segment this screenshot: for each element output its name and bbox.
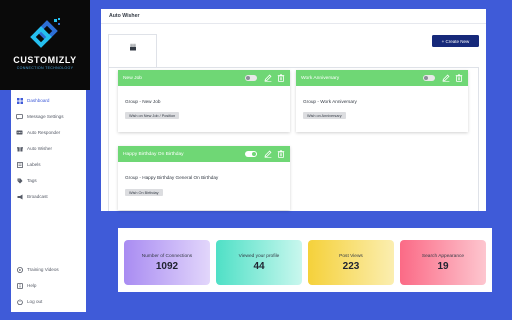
stat-label: Number of Connections [141, 253, 193, 259]
stat-label: Post Views [339, 253, 363, 259]
sidebar-item-training-videos[interactable]: Training Videos [16, 265, 59, 274]
cake-icon [129, 43, 136, 51]
card-group: Group - New Job [125, 99, 161, 104]
sidebar-item-auto-responder[interactable]: Auto Responder [16, 128, 60, 137]
stat-search-appearance: Search Appearance 19 [400, 240, 486, 285]
edit-icon[interactable] [264, 150, 272, 158]
edit-icon[interactable] [264, 74, 272, 82]
wish-card-work-anniversary: Work Anniversary Group - Work Anniversar… [296, 70, 468, 132]
video-icon [16, 266, 23, 273]
sidebar-item-auto-wisher[interactable]: Auto Wisher [16, 144, 52, 153]
stat-label: Viewed your profile [238, 253, 280, 259]
logout-icon [16, 298, 23, 305]
stat-value: 19 [437, 260, 449, 272]
sidebar-item-labels[interactable]: Labels [16, 160, 41, 169]
enable-toggle[interactable] [245, 75, 257, 81]
sidebar-item-label: Help [27, 283, 37, 288]
sidebar-item-broadcast[interactable]: Broadcast [16, 192, 48, 201]
create-new-button[interactable]: + Create New [432, 35, 479, 47]
logo-icon [30, 17, 60, 48]
brand-name: CUSTOMIZLY [13, 54, 77, 65]
auto-wisher-panel: Auto Wisher + Create New New Job Group -… [101, 9, 486, 211]
card-message-badge: Wish on Anniversary [303, 112, 346, 119]
wish-card-happy-birthday: Happy Birthday On Birthday Group - Happy… [118, 146, 290, 210]
enable-toggle[interactable] [245, 151, 257, 157]
sidebar-item-help[interactable]: Help [16, 281, 36, 290]
edit-icon[interactable] [442, 74, 450, 82]
stat-value: 44 [253, 260, 265, 272]
card-header: New Job [118, 70, 290, 86]
sidebar-item-label: Log out [27, 299, 43, 304]
card-header: Work Anniversary [296, 70, 468, 86]
tab-birthday[interactable] [108, 34, 157, 68]
card-header: Happy Birthday On Birthday [118, 146, 290, 162]
card-title: New Job [123, 75, 143, 81]
logo-panel: CUSTOMIZLY CONNECTION TECHNOLOGY [0, 0, 90, 90]
card-message-badge: Wish on New Job / Position [125, 112, 180, 119]
enable-toggle[interactable] [423, 75, 435, 81]
sidebar-item-dashboard[interactable]: Dashboard [16, 96, 49, 105]
stat-label: Search Appearance [421, 253, 465, 259]
delete-icon[interactable] [277, 150, 285, 158]
sidebar-item-label: Dashboard [27, 98, 50, 103]
help-icon [16, 282, 23, 289]
stats-panel: Number of Connections 1092 Viewed your p… [118, 228, 492, 292]
grid-icon [16, 97, 23, 104]
label-icon [16, 161, 23, 168]
sidebar-item-label: Message Settings [27, 114, 64, 119]
sidebar-item-logout[interactable]: Log out [16, 297, 42, 306]
stat-value: 1092 [155, 260, 179, 272]
message-icon [16, 113, 23, 120]
card-group: Group - Happy Birthday General On Birthd… [125, 175, 219, 180]
card-title: Happy Birthday On Birthday [123, 151, 184, 157]
sidebar-item-label: Auto Responder [27, 130, 61, 135]
gift-icon [16, 145, 23, 152]
stat-value: 223 [342, 260, 360, 272]
sidebar-item-label: Auto Wisher [27, 146, 53, 151]
stat-connections: Number of Connections 1092 [124, 240, 210, 285]
stat-profile-views: Viewed your profile 44 [216, 240, 302, 285]
delete-icon[interactable] [277, 74, 285, 82]
sidebar-item-label: Broadcast [27, 194, 48, 199]
delete-icon[interactable] [455, 74, 463, 82]
broadcast-icon [16, 193, 23, 200]
sidebar-item-tags[interactable]: Tags [16, 176, 37, 185]
stat-post-views: Post Views 223 [308, 240, 394, 285]
card-title: Work Anniversary [301, 75, 340, 81]
wish-card-new-job: New Job Group - New Job Wish on New Job … [118, 70, 290, 132]
brand-tagline: CONNECTION TECHNOLOGY [16, 65, 74, 70]
page-title: Auto Wisher [109, 13, 140, 19]
sidebar-item-label: Tags [27, 178, 37, 183]
sidebar-item-label: Labels [27, 162, 41, 167]
title-divider [101, 23, 486, 24]
sidebar-item-message-settings[interactable]: Message Settings [16, 112, 64, 121]
autoresponder-icon [16, 129, 23, 136]
sidebar: Dashboard Message Settings Auto Responde… [11, 90, 86, 312]
sidebar-item-label: Training Videos [27, 267, 59, 272]
tag-icon [16, 177, 23, 184]
card-message-badge: Wish On Birthday [125, 189, 163, 196]
card-group: Group - Work Anniversary [303, 99, 357, 104]
